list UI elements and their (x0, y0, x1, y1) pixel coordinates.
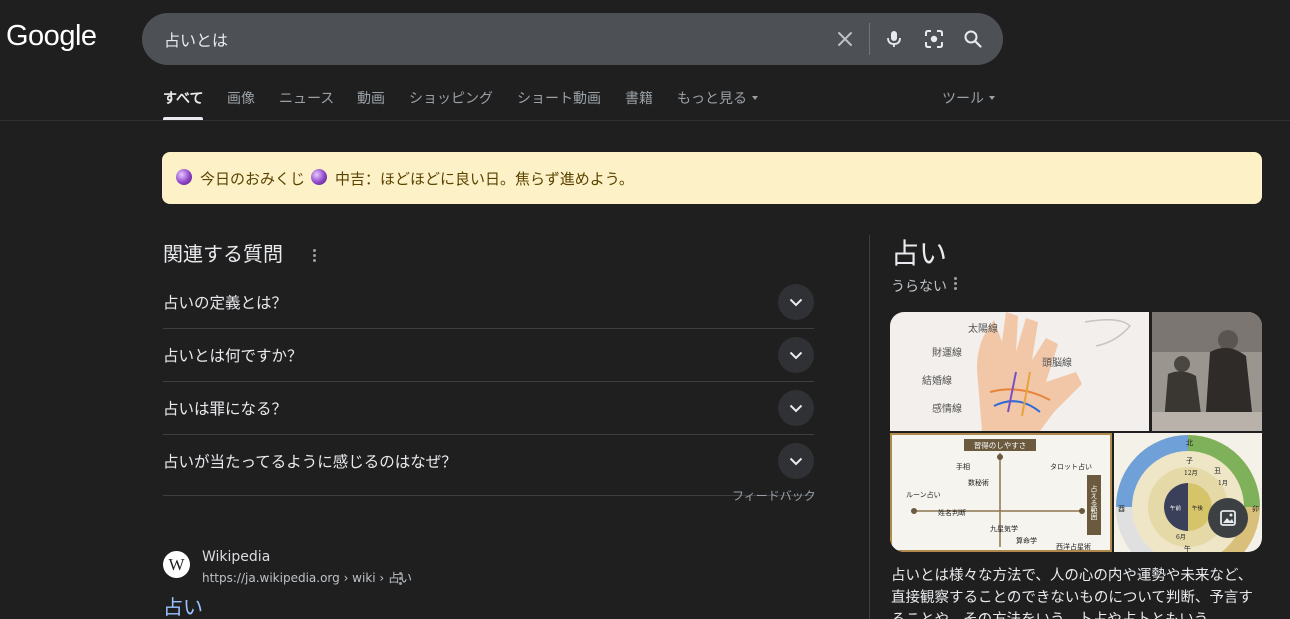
people-also-ask: 占いの定義とは？ 占いとは何ですか？ 占いは罪になる？ 占いが当たってるように感… (163, 276, 814, 496)
paa-question[interactable]: 占いは罪になる？ (163, 382, 814, 435)
tab-shopping[interactable]: ショッピング (409, 88, 493, 108)
paa-question-text: 占いが当たってるように感じるのはなぜ？ (163, 453, 457, 471)
chart-label: 占える範囲 (1090, 484, 1098, 521)
tab-more[interactable]: もっと見る (677, 88, 758, 108)
omikuji-text: 中吉：ほどほどに良い日。焦らず進めよう。 (335, 169, 634, 188)
wheel-label: 6月 (1176, 534, 1186, 541)
tab-books[interactable]: 書籍 (625, 88, 653, 108)
palm-label: 感情線 (932, 402, 962, 415)
more-options-icon[interactable] (313, 247, 317, 264)
result-url[interactable]: https://ja.wikipedia.org › wiki › 占い (202, 569, 412, 586)
chart-label: 九星気学 (990, 524, 1018, 533)
crystal-ball-icon (311, 169, 328, 185)
result-site-name[interactable]: Wikipedia (202, 549, 270, 565)
palm-label: 結婚線 (922, 374, 952, 387)
fortune-teller-photo[interactable] (1152, 312, 1262, 431)
palm-label: 頭脳線 (1042, 356, 1072, 369)
paa-question-text: 占いとは何ですか？ (163, 347, 303, 365)
tab-short-videos[interactable]: ショート動画 (517, 88, 601, 108)
knowledge-panel-divider (869, 235, 870, 619)
crystal-ball-icon (176, 169, 192, 185)
search-bar[interactable]: 占いとは (142, 13, 1003, 65)
search-divider (869, 23, 870, 55)
chevron-down-icon[interactable] (778, 390, 814, 426)
omikuji-prefix: 今日のおみくじ (200, 169, 306, 188)
palm-label: 太陽線 (968, 322, 998, 335)
palm-label: 財運線 (932, 346, 962, 359)
wheel-label: 卯 (1252, 504, 1259, 513)
tools-label: ツール (942, 91, 984, 107)
feedback-link[interactable]: フィードバック (732, 487, 816, 504)
paa-question[interactable]: 占いとは何ですか？ (163, 329, 814, 382)
google-logo[interactable]: Google (6, 20, 97, 53)
tools-button[interactable]: ツール (942, 88, 995, 108)
wheel-label: 酉 (1118, 505, 1125, 513)
chevron-down-icon (989, 96, 995, 100)
image-gallery[interactable]: 太陽線 財運線 頭脳線 結婚線 感情線 習得のしやすさ 手相 タロット占い 数秘… (890, 312, 1262, 552)
header-divider (0, 120, 1290, 121)
wheel-label: 丑 (1214, 467, 1221, 475)
chevron-down-icon[interactable] (778, 284, 814, 320)
chart-label: 西洋占星術 (1056, 542, 1091, 550)
chevron-down-icon[interactable] (778, 443, 814, 479)
wheel-label: 12月 (1184, 470, 1198, 477)
wheel-label: 午前 (1170, 504, 1182, 512)
tab-images[interactable]: 画像 (227, 88, 255, 108)
chart-label: 姓名判断 (938, 508, 966, 517)
knowledge-panel-description: 占いとは様々な方法で、人の心の内や運勢や未来など、直接観察することのできないもの… (891, 568, 1253, 619)
paa-question-text: 占いの定義とは？ (163, 294, 288, 312)
tab-more-label: もっと見る (677, 91, 747, 107)
omikuji-banner: 今日のおみくじ 中吉：ほどほどに良い日。焦らず進めよう。 (162, 152, 1262, 204)
more-options-icon[interactable] (954, 275, 958, 292)
tab-all[interactable]: すべて (163, 88, 203, 108)
image-gallery-icon[interactable] (1208, 498, 1248, 538)
palm-reading-image[interactable]: 太陽線 財運線 頭脳線 結婚線 感情線 (890, 312, 1149, 431)
paa-question[interactable]: 占いの定義とは？ (163, 276, 814, 329)
more-options-icon[interactable] (399, 570, 403, 587)
chart-label: 算命学 (1016, 536, 1037, 545)
wheel-label: 午 (1184, 544, 1191, 552)
chart-label: 数秘術 (968, 478, 989, 487)
search-input[interactable]: 占いとは (164, 27, 228, 51)
clear-icon[interactable] (833, 27, 857, 51)
chart-label: 手相 (956, 462, 970, 471)
chart-label: ルーン占い (906, 490, 941, 499)
microphone-icon[interactable] (882, 27, 906, 51)
result-title[interactable]: 占い (163, 591, 203, 619)
tab-news[interactable]: ニュース (279, 88, 334, 108)
wheel-label: 子 (1186, 457, 1193, 465)
chevron-down-icon[interactable] (778, 337, 814, 373)
knowledge-panel-reading: うらない (891, 279, 947, 295)
paa-question-text: 占いは罪になる？ (163, 400, 288, 418)
tab-videos[interactable]: 動画 (357, 88, 385, 108)
chart-header: 習得のしやすさ (974, 440, 1026, 450)
paa-question[interactable]: 占いが当たってるように感じるのはなぜ？ (163, 435, 814, 496)
chart-label: タロット占い (1050, 462, 1092, 471)
wheel-label: 午後 (1192, 504, 1204, 512)
fortune-chart-image[interactable]: 習得のしやすさ 手相 タロット占い 数秘術 ルーン占い 姓名判断 九星気学 算命… (890, 433, 1112, 552)
lens-icon[interactable] (922, 27, 946, 51)
paa-heading: 関連する質問 (163, 242, 283, 266)
wheel-label: 北 (1186, 439, 1193, 447)
wheel-label: 1月 (1218, 480, 1228, 487)
wikipedia-logo[interactable]: W (163, 551, 190, 578)
knowledge-panel-title: 占い (891, 237, 948, 270)
search-icon[interactable] (961, 27, 985, 51)
chevron-down-icon (752, 96, 758, 100)
